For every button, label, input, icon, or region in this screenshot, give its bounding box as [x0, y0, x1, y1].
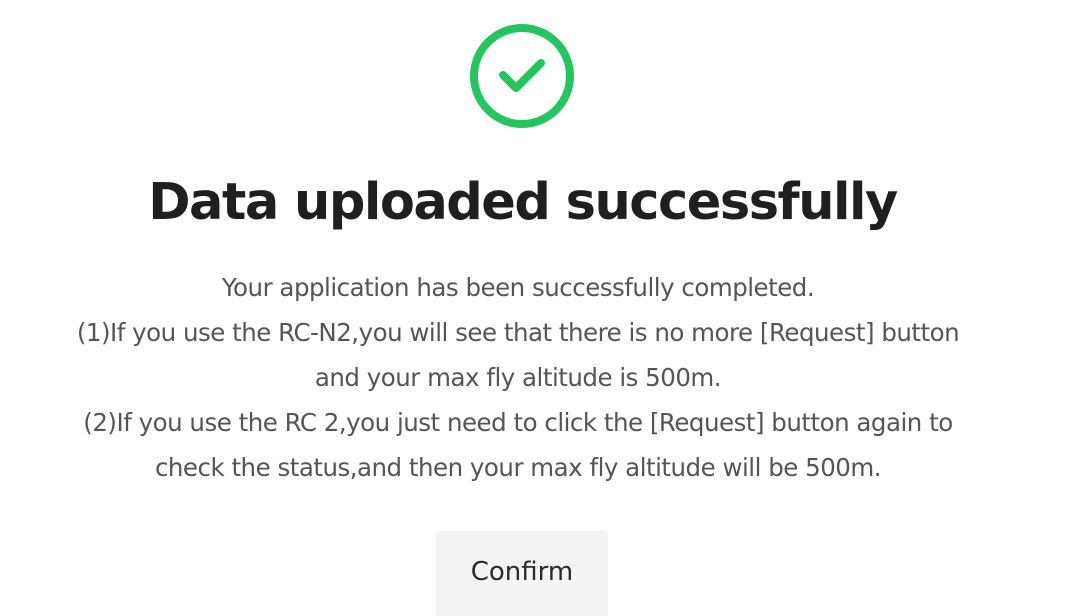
success-message: Your application has been successfully c…	[0, 265, 1036, 490]
confirm-button[interactable]: Confirm	[436, 531, 608, 616]
message-line: and your max fly altitude is 500m.	[314, 363, 722, 392]
message-line: (2)If you use the RC 2,you just need to …	[83, 408, 953, 437]
success-dialog: Data uploaded successfully Your applicat…	[0, 0, 1085, 616]
check-circle-icon	[469, 23, 575, 129]
message-line: Your application has been successfully c…	[221, 273, 815, 302]
message-line: (1)If you use the RC-N2,you will see tha…	[76, 318, 960, 347]
message-line: check the status,and then your max fly a…	[154, 453, 882, 482]
page-title: Data uploaded successfully	[148, 173, 898, 232]
